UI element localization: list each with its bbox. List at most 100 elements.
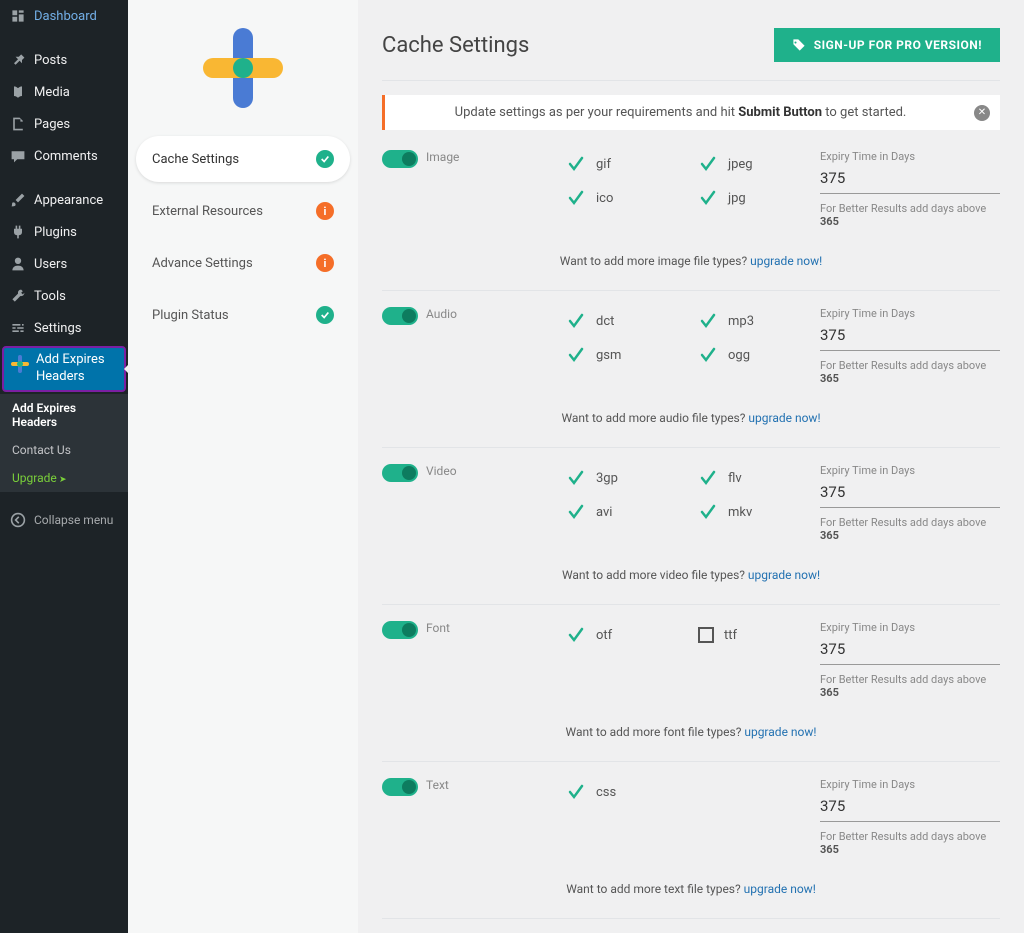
menu-pages[interactable]: Pages xyxy=(0,108,128,140)
upgrade-prompt: Want to add more image file types? upgra… xyxy=(382,254,1000,268)
filetype-dct[interactable]: dct xyxy=(566,311,688,331)
expiry-label: Expiry Time in Days xyxy=(820,778,1000,791)
upgrade-link[interactable]: upgrade now! xyxy=(750,254,822,268)
expiry-input[interactable]: 375 xyxy=(820,797,1000,822)
nav-label: Advance Settings xyxy=(152,256,253,271)
menu-posts[interactable]: Posts xyxy=(0,44,128,76)
filetype-label: 3gp xyxy=(596,471,618,486)
filetype-label: ogg xyxy=(728,348,750,363)
menu-plugins[interactable]: Plugins xyxy=(0,216,128,248)
filetype-gif[interactable]: gif xyxy=(566,154,688,174)
menu-media[interactable]: Media xyxy=(0,76,128,108)
toggle-text[interactable] xyxy=(382,778,418,796)
menu-label: Tools xyxy=(34,289,66,304)
expiry-input[interactable]: 375 xyxy=(820,483,1000,508)
toggle-audio[interactable] xyxy=(382,307,418,325)
check-icon xyxy=(698,468,718,488)
upgrade-link[interactable]: upgrade now! xyxy=(744,725,816,739)
upgrade-link[interactable]: upgrade now! xyxy=(744,882,816,896)
warning-icon: i xyxy=(316,254,334,272)
upgrade-link[interactable]: upgrade now! xyxy=(748,568,820,582)
menu-appearance[interactable]: Appearance xyxy=(0,184,128,216)
notice-banner: Update settings as per your requirements… xyxy=(382,95,1000,130)
check-icon xyxy=(698,502,718,522)
section-label: Image xyxy=(426,150,566,164)
menu-dashboard[interactable]: Dashboard xyxy=(0,0,128,32)
toggle-font[interactable] xyxy=(382,621,418,639)
menu-add-expires-headers[interactable]: Add Expires Headers xyxy=(2,346,126,392)
plugin-logo xyxy=(128,28,358,108)
filetype-otf[interactable]: otf xyxy=(566,625,688,645)
collapse-label: Collapse menu xyxy=(34,513,113,527)
menu-users[interactable]: Users xyxy=(0,248,128,280)
filetype-ogg[interactable]: ogg xyxy=(698,345,820,365)
main-content: Cache Settings SIGN-UP FOR PRO VERSION! … xyxy=(358,0,1024,933)
wrench-icon xyxy=(8,286,28,306)
menu-label: Media xyxy=(34,85,70,100)
check-icon xyxy=(566,625,586,645)
submenu-contact[interactable]: Contact Us xyxy=(0,436,128,464)
filetype-label: jpg xyxy=(728,191,746,206)
collapse-menu[interactable]: Collapse menu xyxy=(0,502,128,538)
check-icon xyxy=(316,306,334,324)
menu-label: Pages xyxy=(34,117,70,132)
nav-cache-settings[interactable]: Cache Settings xyxy=(136,136,350,182)
submenu-main[interactable]: Add Expires Headers xyxy=(0,394,128,436)
wp-admin-sidebar: Dashboard Posts Media Pages Comments App… xyxy=(0,0,128,933)
filetype-ico[interactable]: ico xyxy=(566,188,688,208)
sliders-icon xyxy=(8,318,28,338)
notice-text-bold: Submit Button xyxy=(738,105,822,120)
notice-text-pre: Update settings as per your requirements… xyxy=(455,105,739,120)
filetype-avi[interactable]: avi xyxy=(566,502,688,522)
menu-label: Users xyxy=(34,257,67,272)
filetype-mp3[interactable]: mp3 xyxy=(698,311,820,331)
nav-advance-settings[interactable]: Advance Settings i xyxy=(136,240,350,286)
menu-settings[interactable]: Settings xyxy=(0,312,128,344)
close-icon[interactable]: ✕ xyxy=(974,105,990,121)
section-text: Text css Expiry Time in Days 375 For Bet… xyxy=(382,778,1000,919)
filetype-label: ico xyxy=(596,191,613,206)
expiry-label: Expiry Time in Days xyxy=(820,150,1000,163)
toggle-image[interactable] xyxy=(382,150,418,168)
filetype-ttf[interactable]: ttf xyxy=(698,625,820,645)
menu-tools[interactable]: Tools xyxy=(0,280,128,312)
filetype-label: mp3 xyxy=(728,314,754,329)
filetype-mkv[interactable]: mkv xyxy=(698,502,820,522)
expiry-label: Expiry Time in Days xyxy=(820,307,1000,320)
checkbox-icon xyxy=(698,627,714,643)
filetype-jpg[interactable]: jpg xyxy=(698,188,820,208)
signup-pro-button[interactable]: SIGN-UP FOR PRO VERSION! xyxy=(774,28,1000,62)
expiry-label: Expiry Time in Days xyxy=(820,621,1000,634)
nav-label: Plugin Status xyxy=(152,308,229,323)
menu-label: Appearance xyxy=(34,193,103,208)
filetype-label: mkv xyxy=(728,505,752,520)
upgrade-prompt: Want to add more font file types? upgrad… xyxy=(382,725,1000,739)
user-icon xyxy=(8,254,28,274)
filetype-gsm[interactable]: gsm xyxy=(566,345,688,365)
toggle-video[interactable] xyxy=(382,464,418,482)
menu-label: Settings xyxy=(34,321,81,336)
expiry-hint: For Better Results add days above 365 xyxy=(820,202,1000,228)
section-label: Text xyxy=(426,778,566,792)
expiry-input[interactable]: 375 xyxy=(820,326,1000,351)
filetype-label: gif xyxy=(596,157,611,172)
check-icon xyxy=(566,345,586,365)
filetype-jpeg[interactable]: jpeg xyxy=(698,154,820,174)
filetype-3gp[interactable]: 3gp xyxy=(566,468,688,488)
section-label: Font xyxy=(426,621,566,635)
filetype-label: jpeg xyxy=(728,157,753,172)
menu-comments[interactable]: Comments xyxy=(0,140,128,172)
section-image: Image gifjpegicojpg Expiry Time in Days … xyxy=(382,150,1000,291)
expiry-input[interactable]: 375 xyxy=(820,169,1000,194)
filetype-flv[interactable]: flv xyxy=(698,468,820,488)
filetype-css[interactable]: css xyxy=(566,782,688,802)
nav-plugin-status[interactable]: Plugin Status xyxy=(136,292,350,338)
upgrade-link[interactable]: upgrade now! xyxy=(748,411,820,425)
section-audio: Audio dctmp3gsmogg Expiry Time in Days 3… xyxy=(382,307,1000,448)
expiry-label: Expiry Time in Days xyxy=(820,464,1000,477)
expiry-input[interactable]: 375 xyxy=(820,640,1000,665)
button-label: SIGN-UP FOR PRO VERSION! xyxy=(814,38,982,52)
nav-external-resources[interactable]: External Resources i xyxy=(136,188,350,234)
submenu-upgrade[interactable]: Upgrade xyxy=(0,464,128,492)
menu-label: Add Expires Headers xyxy=(36,352,118,386)
